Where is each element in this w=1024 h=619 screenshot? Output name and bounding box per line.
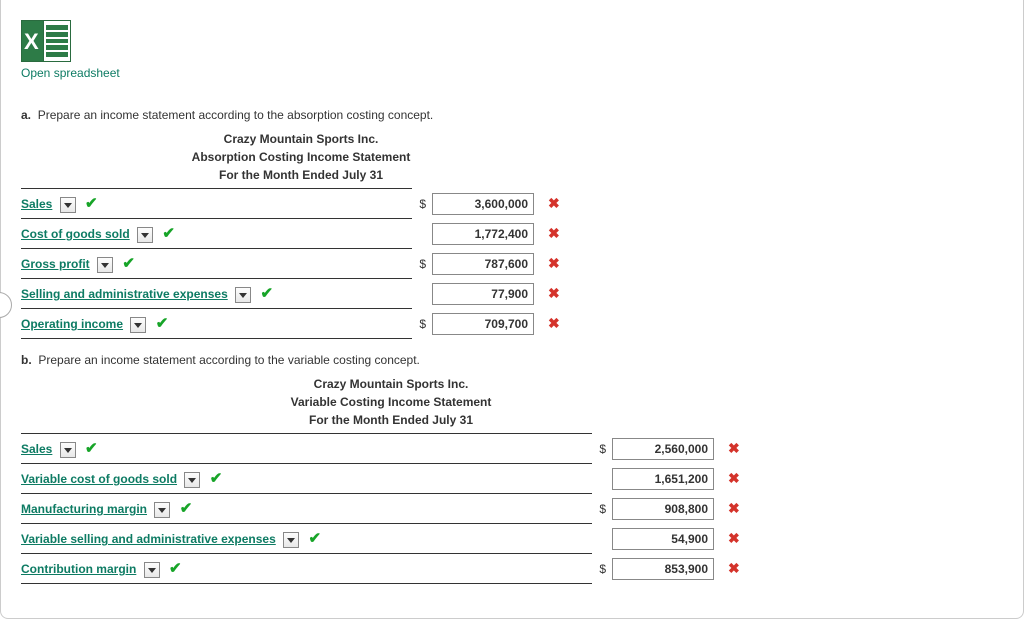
line-label-dropdown[interactable]: Gross profit <box>21 257 90 271</box>
x-icon: ✖ <box>728 530 740 546</box>
line-label-dropdown[interactable]: Contribution margin <box>21 562 136 576</box>
x-icon: ✖ <box>548 255 560 271</box>
chevron-down-icon[interactable] <box>137 227 153 243</box>
line-label-dropdown[interactable]: Variable cost of goods sold <box>21 472 177 486</box>
amount-input[interactable] <box>612 528 714 550</box>
check-icon: ✔ <box>169 560 182 577</box>
check-icon: ✔ <box>260 285 273 302</box>
amount-input[interactable] <box>432 313 534 335</box>
x-icon: ✖ <box>728 440 740 456</box>
stmt-b-heading: Crazy Mountain Sports Inc. Variable Cost… <box>21 375 761 429</box>
amount-input[interactable] <box>612 468 714 490</box>
line-label-dropdown[interactable]: Operating income <box>21 317 123 331</box>
part-a-bullet: a. <box>21 108 31 122</box>
assignment-frame: X Open spreadsheet a. Prepare an income … <box>0 0 1024 619</box>
line-label-dropdown[interactable]: Selling and administrative expenses <box>21 287 228 301</box>
x-icon: ✖ <box>548 315 560 331</box>
amount-input[interactable] <box>432 253 534 275</box>
check-icon: ✔ <box>85 195 98 212</box>
chevron-down-icon[interactable] <box>60 197 76 213</box>
amount-input[interactable] <box>432 223 534 245</box>
part-b-bullet: b. <box>21 353 32 367</box>
check-icon: ✔ <box>162 225 175 242</box>
chevron-down-icon[interactable] <box>130 317 146 333</box>
check-icon: ✔ <box>156 315 169 332</box>
x-icon: ✖ <box>728 500 740 516</box>
amount-input[interactable] <box>612 438 714 460</box>
x-icon: ✖ <box>548 195 560 211</box>
check-icon: ✔ <box>180 500 193 517</box>
amount-input[interactable] <box>612 498 714 520</box>
line-label-dropdown[interactable]: Manufacturing margin <box>21 502 147 516</box>
chevron-down-icon[interactable] <box>154 502 170 518</box>
check-icon: ✔ <box>210 470 223 487</box>
x-icon: ✖ <box>548 225 560 241</box>
x-icon: ✖ <box>728 560 740 576</box>
chevron-down-icon[interactable] <box>283 532 299 548</box>
x-icon: ✖ <box>548 285 560 301</box>
part-a-prompt: a. Prepare an income statement according… <box>21 108 1023 122</box>
line-label-dropdown[interactable]: Sales <box>21 442 52 456</box>
chevron-down-icon[interactable] <box>144 562 160 578</box>
amount-input[interactable] <box>432 283 534 305</box>
chevron-down-icon[interactable] <box>184 472 200 488</box>
check-icon: ✔ <box>122 255 135 272</box>
check-icon: ✔ <box>85 440 98 457</box>
x-icon: ✖ <box>728 470 740 486</box>
part-b-prompt: b. Prepare an income statement according… <box>21 353 1023 367</box>
amount-input[interactable] <box>612 558 714 580</box>
stmt-a-heading: Crazy Mountain Sports Inc. Absorption Co… <box>21 130 581 184</box>
chevron-down-icon[interactable] <box>97 257 113 273</box>
currency-symbol: $ <box>412 189 432 219</box>
chevron-down-icon[interactable] <box>60 442 76 458</box>
chevron-down-icon[interactable] <box>235 287 251 303</box>
line-label-dropdown[interactable]: Cost of goods sold <box>21 227 130 241</box>
line-label-dropdown[interactable]: Sales <box>21 197 52 211</box>
line-label-dropdown[interactable]: Variable selling and administrative expe… <box>21 532 276 546</box>
check-icon: ✔ <box>308 530 321 547</box>
excel-icon[interactable]: X <box>21 20 71 62</box>
amount-input[interactable] <box>432 193 534 215</box>
open-spreadsheet-link[interactable]: Open spreadsheet <box>21 66 120 80</box>
